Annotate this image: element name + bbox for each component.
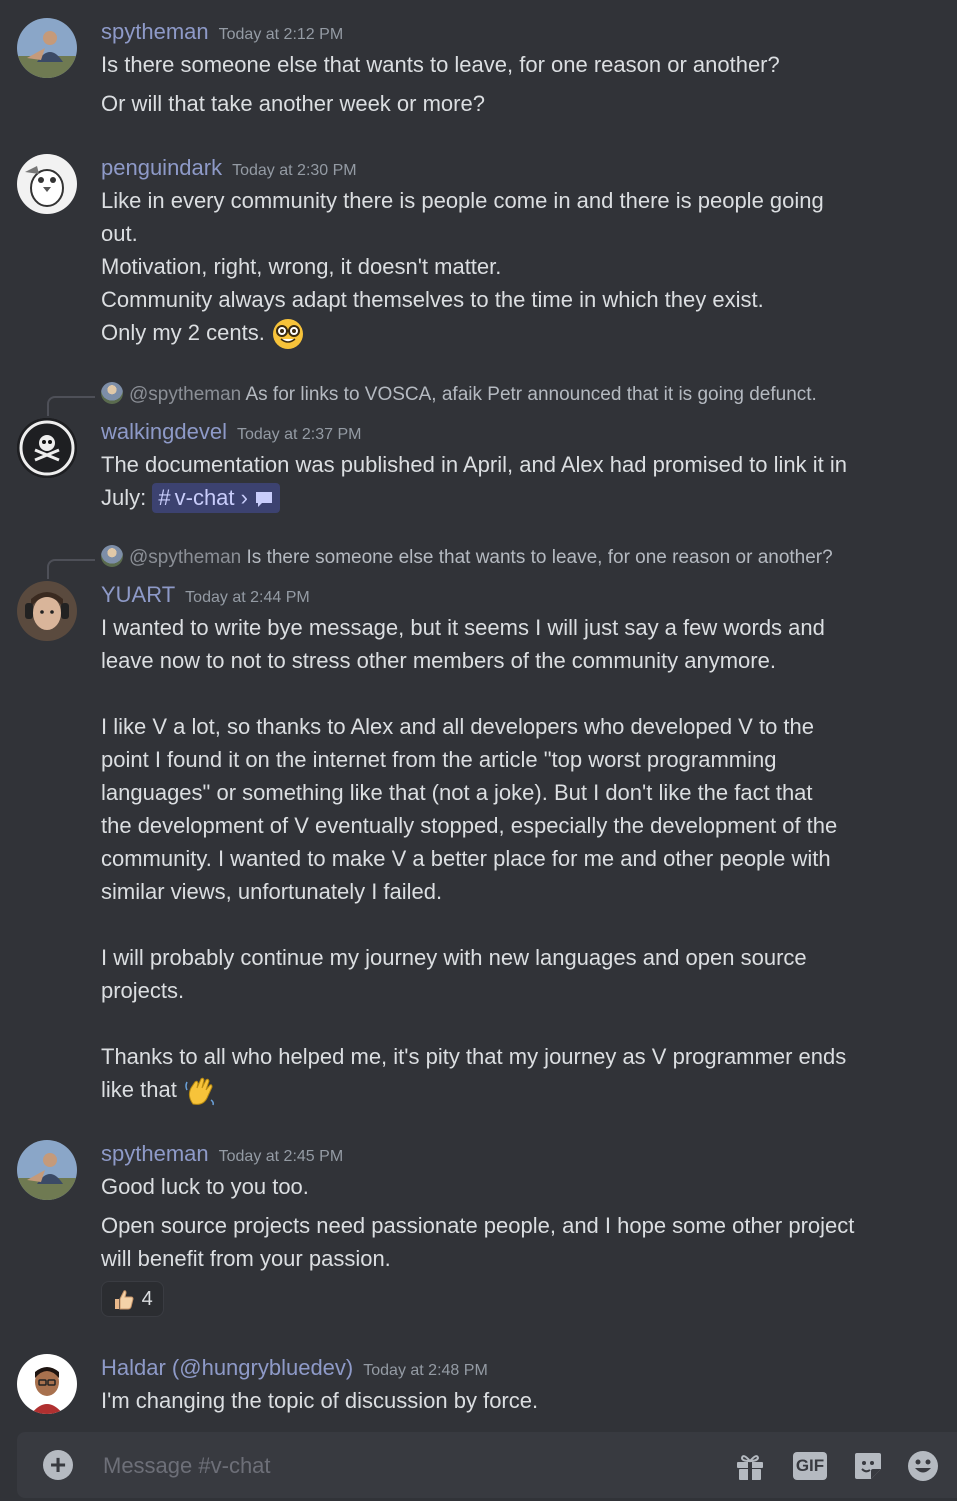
message-text: I wanted to write bye message, but it se… [101,615,825,640]
gift-icon[interactable] [733,1449,767,1483]
timestamp: Today at 2:30 PM [232,162,357,179]
reaction-count: 4 [141,1288,153,1310]
username[interactable]: Haldar (@hungrybluedev) [101,1355,353,1380]
avatar[interactable] [17,1354,77,1414]
avatar-image [17,1354,77,1414]
message-text: Only my 2 cents. [101,316,897,351]
username[interactable]: spytheman [101,19,209,44]
avatar-image [17,18,77,78]
reply-preview[interactable]: @spytheman As for links to VOSCA, afaik … [101,381,817,409]
plus-circle-icon[interactable]: + [43,1450,73,1480]
avatar[interactable] [17,1140,77,1200]
emoji-smile-icon[interactable] [906,1449,940,1483]
reply-connector [47,559,95,579]
message-text: I like V a lot, so thanks to Alex and al… [101,714,815,739]
message-text: will benefit from your passion. [101,1246,391,1271]
chat-bubble-icon [256,492,273,508]
message-composer: + GIF [17,1432,957,1498]
thumbs-up-icon [115,1289,134,1310]
username[interactable]: YUART [101,582,175,607]
message-text: Thanks to all who helped me, it's pity t… [101,1044,847,1069]
nerd-face-emoji-icon [272,319,303,350]
chevron-right-icon: › [240,485,248,510]
sticker-icon[interactable] [851,1449,885,1483]
username[interactable]: penguindark [101,155,222,180]
timestamp: Today at 2:37 PM [236,426,362,443]
message-text: I will probably continue my journey with… [101,945,807,970]
avatar[interactable] [17,418,77,478]
reply-preview[interactable]: @spytheman Is there someone else that wa… [101,544,833,572]
reply-connector [47,396,95,416]
timestamp: Today at 2:45 PM [218,1148,344,1165]
message-text: leave now to not to stress other members… [101,648,776,673]
username[interactable]: spytheman [101,1141,209,1166]
reply-avatar [101,544,123,567]
message-text: Community always adapt themselves to the… [101,287,764,312]
message-text: Or will that take another week or more? [101,91,485,116]
message-text: projects. [101,978,185,1003]
channel-mention[interactable]: # v-chat › [152,483,281,513]
avatar-image [17,154,77,214]
avatar-image [17,1140,77,1200]
message-text: languages" or something like that (not a… [101,780,813,805]
message-text: Motivation, right, wrong, it doesn't mat… [101,254,502,279]
message-text: like that [101,1073,897,1108]
avatar-image [17,418,77,478]
message-text: July: # v-chat › [101,481,897,514]
waving-hand-emoji-icon [185,1077,214,1106]
message-text: out. [101,221,138,246]
message-text: Like in every community there is people … [101,188,824,213]
message-text: Is there someone else that wants to leav… [101,52,780,77]
timestamp: Today at 2:48 PM [363,1362,488,1379]
avatar[interactable] [17,581,77,641]
message-text: similar views, unfortunately I failed. [101,879,443,904]
message-text: the development of V eventually stopped,… [101,813,838,838]
message-text: Good luck to you too. [101,1174,309,1199]
timestamp: Today at 2:44 PM [185,589,310,606]
reaction-thumbs-up[interactable]: 4 [101,1281,164,1317]
reply-text: Is there someone else that wants to leav… [246,547,833,568]
message-text: community. I wanted to make V a better p… [101,846,831,871]
avatar[interactable] [17,154,77,214]
message-text: point I found it on the internet from th… [101,747,777,772]
message-text: The documentation was published in April… [101,452,847,477]
message-text: I'm changing the topic of discussion by … [101,1388,539,1413]
gif-icon[interactable]: GIF [793,1452,827,1480]
message-text: Open source projects need passionate peo… [101,1213,855,1238]
reply-author[interactable]: @spytheman [129,547,241,568]
reply-avatar [101,381,123,404]
timestamp: Today at 2:12 PM [218,26,344,43]
reply-author[interactable]: @spytheman [129,384,241,405]
hash-icon: # [158,485,171,510]
avatar-image [17,581,77,641]
avatar[interactable] [17,18,77,78]
reply-text: As for links to VOSCA, afaik Petr announ… [245,384,817,405]
username[interactable]: walkingdevel [101,419,227,444]
message-input[interactable] [101,1446,685,1486]
